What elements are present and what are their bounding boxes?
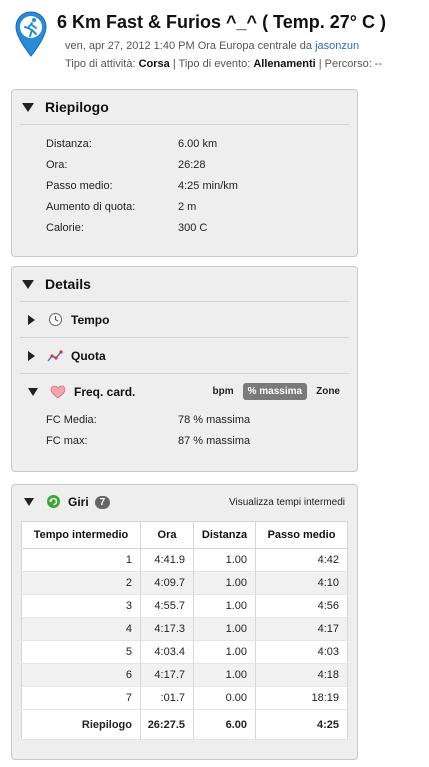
column-header[interactable]: Ora [140,521,194,549]
collapse-icon [22,102,34,112]
column-header[interactable]: Tempo intermedio [21,521,141,549]
running-pin-icon [15,11,47,57]
summary-row: Passo medio: 4:25 min/km [46,179,238,192]
clock-icon [47,312,63,328]
zone-button[interactable]: Zone [311,383,345,400]
refresh-icon [46,494,62,510]
summary-row: Calorie: 300 C [46,221,208,234]
details-title: Details [45,276,91,292]
details-toggle[interactable]: Details [12,267,357,301]
collapse-icon [22,279,34,289]
collapse-icon [24,498,34,506]
laps-count-badge: 7 [94,495,111,509]
summary-row: Distanza: 6.00 km [46,137,218,150]
column-header[interactable]: Passo medio [255,521,348,549]
column-header[interactable]: Distanza [193,521,256,549]
hr-row: FC max: 87 % massima [46,434,251,447]
total-row: Riepilogo 26:27.5 6.00 4:25 [21,709,348,740]
bpm-button[interactable]: bpm [208,383,239,400]
table-row: 7:01.7 0.00 18:19 [21,686,348,710]
quota-toggle[interactable]: Quota [12,338,357,373]
user-link[interactable]: jasonzun [315,40,359,52]
activity-datetime: ven, apr 27, 2012 1:40 PM Ora Europa cen… [65,40,360,52]
summary-row: Aumento di quota: 2 m [46,200,197,213]
summary-toggle[interactable]: Riepilogo [12,90,357,124]
hr-toggle[interactable]: Freq. card. bpm % massima Zone [12,374,357,409]
summary-row: Ora: 26:28 [46,158,206,171]
table-row: 5 4:03.4 1.00 4:03 [21,640,348,664]
table-row: 3 4:55.7 1.00 4:56 [21,594,348,618]
details-panel: Details Tempo Quota Freq. card. bpm % ma… [11,266,358,472]
activity-types: Tipo di attività: Corsa | Tipo di evento… [65,58,383,70]
collapse-icon [28,387,38,396]
laps-toggle[interactable]: Giri 7 Visualizza tempi intermedi [12,485,357,519]
heart-icon [50,384,66,400]
table-row: 2 4:09.7 1.00 4:10 [21,571,348,595]
activity-header: 6 Km Fast & Furios ^_^ ( Temp. 27° C ) v… [0,0,429,82]
summary-title: Riepilogo [45,99,109,115]
laps-title: Giri [68,495,89,509]
table-row: 6 4:17.7 1.00 4:18 [21,663,348,687]
hr-row: FC Media: 78 % massima [46,413,251,426]
laps-table: Tempo intermedio Ora Distanza Passo medi… [21,521,348,740]
hr-unit-selector: bpm % massima Zone [208,383,345,400]
tempo-toggle[interactable]: Tempo [12,302,357,337]
expand-icon [28,314,35,325]
percent-max-button[interactable]: % massima [242,383,308,400]
activity-title: 6 Km Fast & Furios ^_^ ( Temp. 27° C ) [57,12,386,32]
table-row: 1 4:41.9 1.00 4:42 [21,548,348,572]
show-splits-link[interactable]: Visualizza tempi intermedi [229,497,345,508]
table-row: 4 4:17.3 1.00 4:17 [21,617,348,641]
expand-icon [28,350,35,361]
elevation-chart-icon [47,348,63,364]
laps-panel: Giri 7 Visualizza tempi intermedi Tempo … [11,484,358,760]
summary-panel: Riepilogo Distanza: 6.00 km Ora: 26:28 Pas… [11,89,358,257]
